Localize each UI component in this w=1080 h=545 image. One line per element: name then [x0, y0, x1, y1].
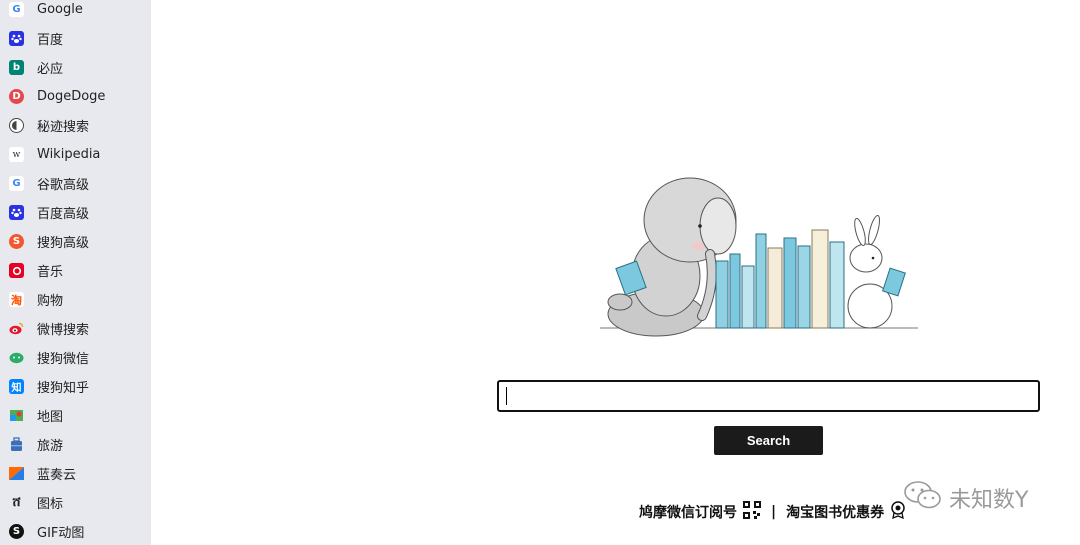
sidebar-item-google-advanced[interactable]: G 谷歌高级: [0, 169, 151, 198]
text-cursor: [506, 387, 507, 405]
taobao-icon: 淘: [9, 292, 24, 307]
taobao-coupon-link[interactable]: 淘宝图书优惠券: [786, 502, 884, 522]
wechat-watermark-icon: [903, 480, 943, 516]
sidebar-item-label: 搜狗知乎: [37, 381, 90, 396]
map-icon: [9, 408, 24, 423]
sidebar-item-bing[interactable]: b 必应: [0, 53, 151, 82]
sidebar-item-mijisou[interactable]: 秘迹搜索: [0, 111, 151, 140]
sidebar-item-shopping[interactable]: 淘 购物: [0, 285, 151, 314]
sidebar-item-google[interactable]: G Google: [0, 0, 151, 24]
sidebar: G Google 百度 b 必应 D DogeDoge 秘迹搜索 w Wikip…: [0, 0, 151, 545]
sidebar-item-label: Wikipedia: [37, 147, 101, 162]
wechat-subscription-link[interactable]: 鸠摩微信订阅号: [639, 502, 737, 522]
sidebar-item-label: GIF动图: [37, 526, 85, 541]
sidebar-item-label: 购物: [37, 294, 64, 309]
sogou-icon: S: [9, 234, 24, 249]
travel-icon: [9, 437, 24, 452]
zhihu-icon: 知: [9, 379, 24, 394]
footer-separator: |: [771, 504, 777, 520]
weibo-icon: [9, 321, 24, 336]
sidebar-item-sogou-wechat[interactable]: 搜狗微信: [0, 343, 151, 372]
sidebar-item-gif[interactable]: S GIF动图: [0, 517, 151, 545]
wikipedia-icon: w: [9, 147, 24, 162]
sidebar-item-weibo[interactable]: 微博搜索: [0, 314, 151, 343]
sidebar-item-label: 音乐: [37, 265, 64, 280]
watermark-text: 未知数Y: [949, 488, 1029, 513]
search-button[interactable]: Search: [714, 426, 823, 455]
baidu-advanced-icon: [9, 205, 24, 220]
dogedoge-icon: D: [9, 89, 24, 104]
iconfont-icon: ሸ: [12, 495, 21, 510]
elephant-rabbit-books-illustration: [600, 177, 918, 337]
footer-links: 鸠摩微信订阅号 | 淘宝图书优惠券: [639, 500, 906, 524]
sidebar-item-label: 必应: [37, 62, 64, 77]
watermark: 未知数Y: [903, 480, 1028, 516]
sidebar-item-label: 谷歌高级: [37, 178, 90, 193]
wechat-icon: [9, 350, 24, 365]
sidebar-item-label: 百度高级: [37, 207, 90, 222]
sidebar-item-map[interactable]: 地图: [0, 401, 151, 430]
sidebar-item-baidu-advanced[interactable]: 百度高级: [0, 198, 151, 227]
sidebar-item-label: 蓝奏云: [37, 468, 77, 483]
mijisou-icon: [9, 118, 24, 133]
sidebar-item-travel[interactable]: 旅游: [0, 430, 151, 459]
sidebar-item-wikipedia[interactable]: w Wikipedia: [0, 140, 151, 169]
google-icon: G: [9, 2, 24, 17]
netease-music-icon: [9, 263, 24, 278]
sidebar-item-icons[interactable]: ሸ 图标: [0, 488, 151, 517]
qr-code-icon[interactable]: [743, 501, 761, 523]
sidebar-item-sogou-zhihu[interactable]: 知 搜狗知乎: [0, 372, 151, 401]
sidebar-item-label: 图标: [37, 497, 64, 512]
sidebar-item-label: 百度: [37, 33, 64, 48]
sidebar-item-label: Google: [37, 2, 83, 17]
sidebar-item-label: 地图: [37, 410, 64, 425]
sidebar-item-label: 搜狗高级: [37, 236, 90, 251]
sidebar-item-music[interactable]: 音乐: [0, 256, 151, 285]
gif-icon: S: [9, 524, 24, 539]
sidebar-item-label: DogeDoge: [37, 89, 106, 104]
sidebar-item-lanzou[interactable]: 蓝奏云: [0, 459, 151, 488]
sidebar-item-baidu[interactable]: 百度: [0, 24, 151, 53]
google-advanced-icon: G: [9, 176, 24, 191]
sidebar-item-label: 微博搜索: [37, 323, 90, 338]
sidebar-item-label: 旅游: [37, 439, 64, 454]
baidu-paw-icon: [9, 31, 24, 46]
sidebar-item-sogou-advanced[interactable]: S 搜狗高级: [0, 227, 151, 256]
lanzou-icon: [9, 466, 24, 481]
bing-icon: b: [9, 60, 24, 75]
sidebar-item-dogedoge[interactable]: D DogeDoge: [0, 82, 151, 111]
sidebar-item-label: 搜狗微信: [37, 352, 90, 367]
sidebar-item-label: 秘迹搜索: [37, 120, 90, 135]
search-input[interactable]: [497, 380, 1040, 412]
